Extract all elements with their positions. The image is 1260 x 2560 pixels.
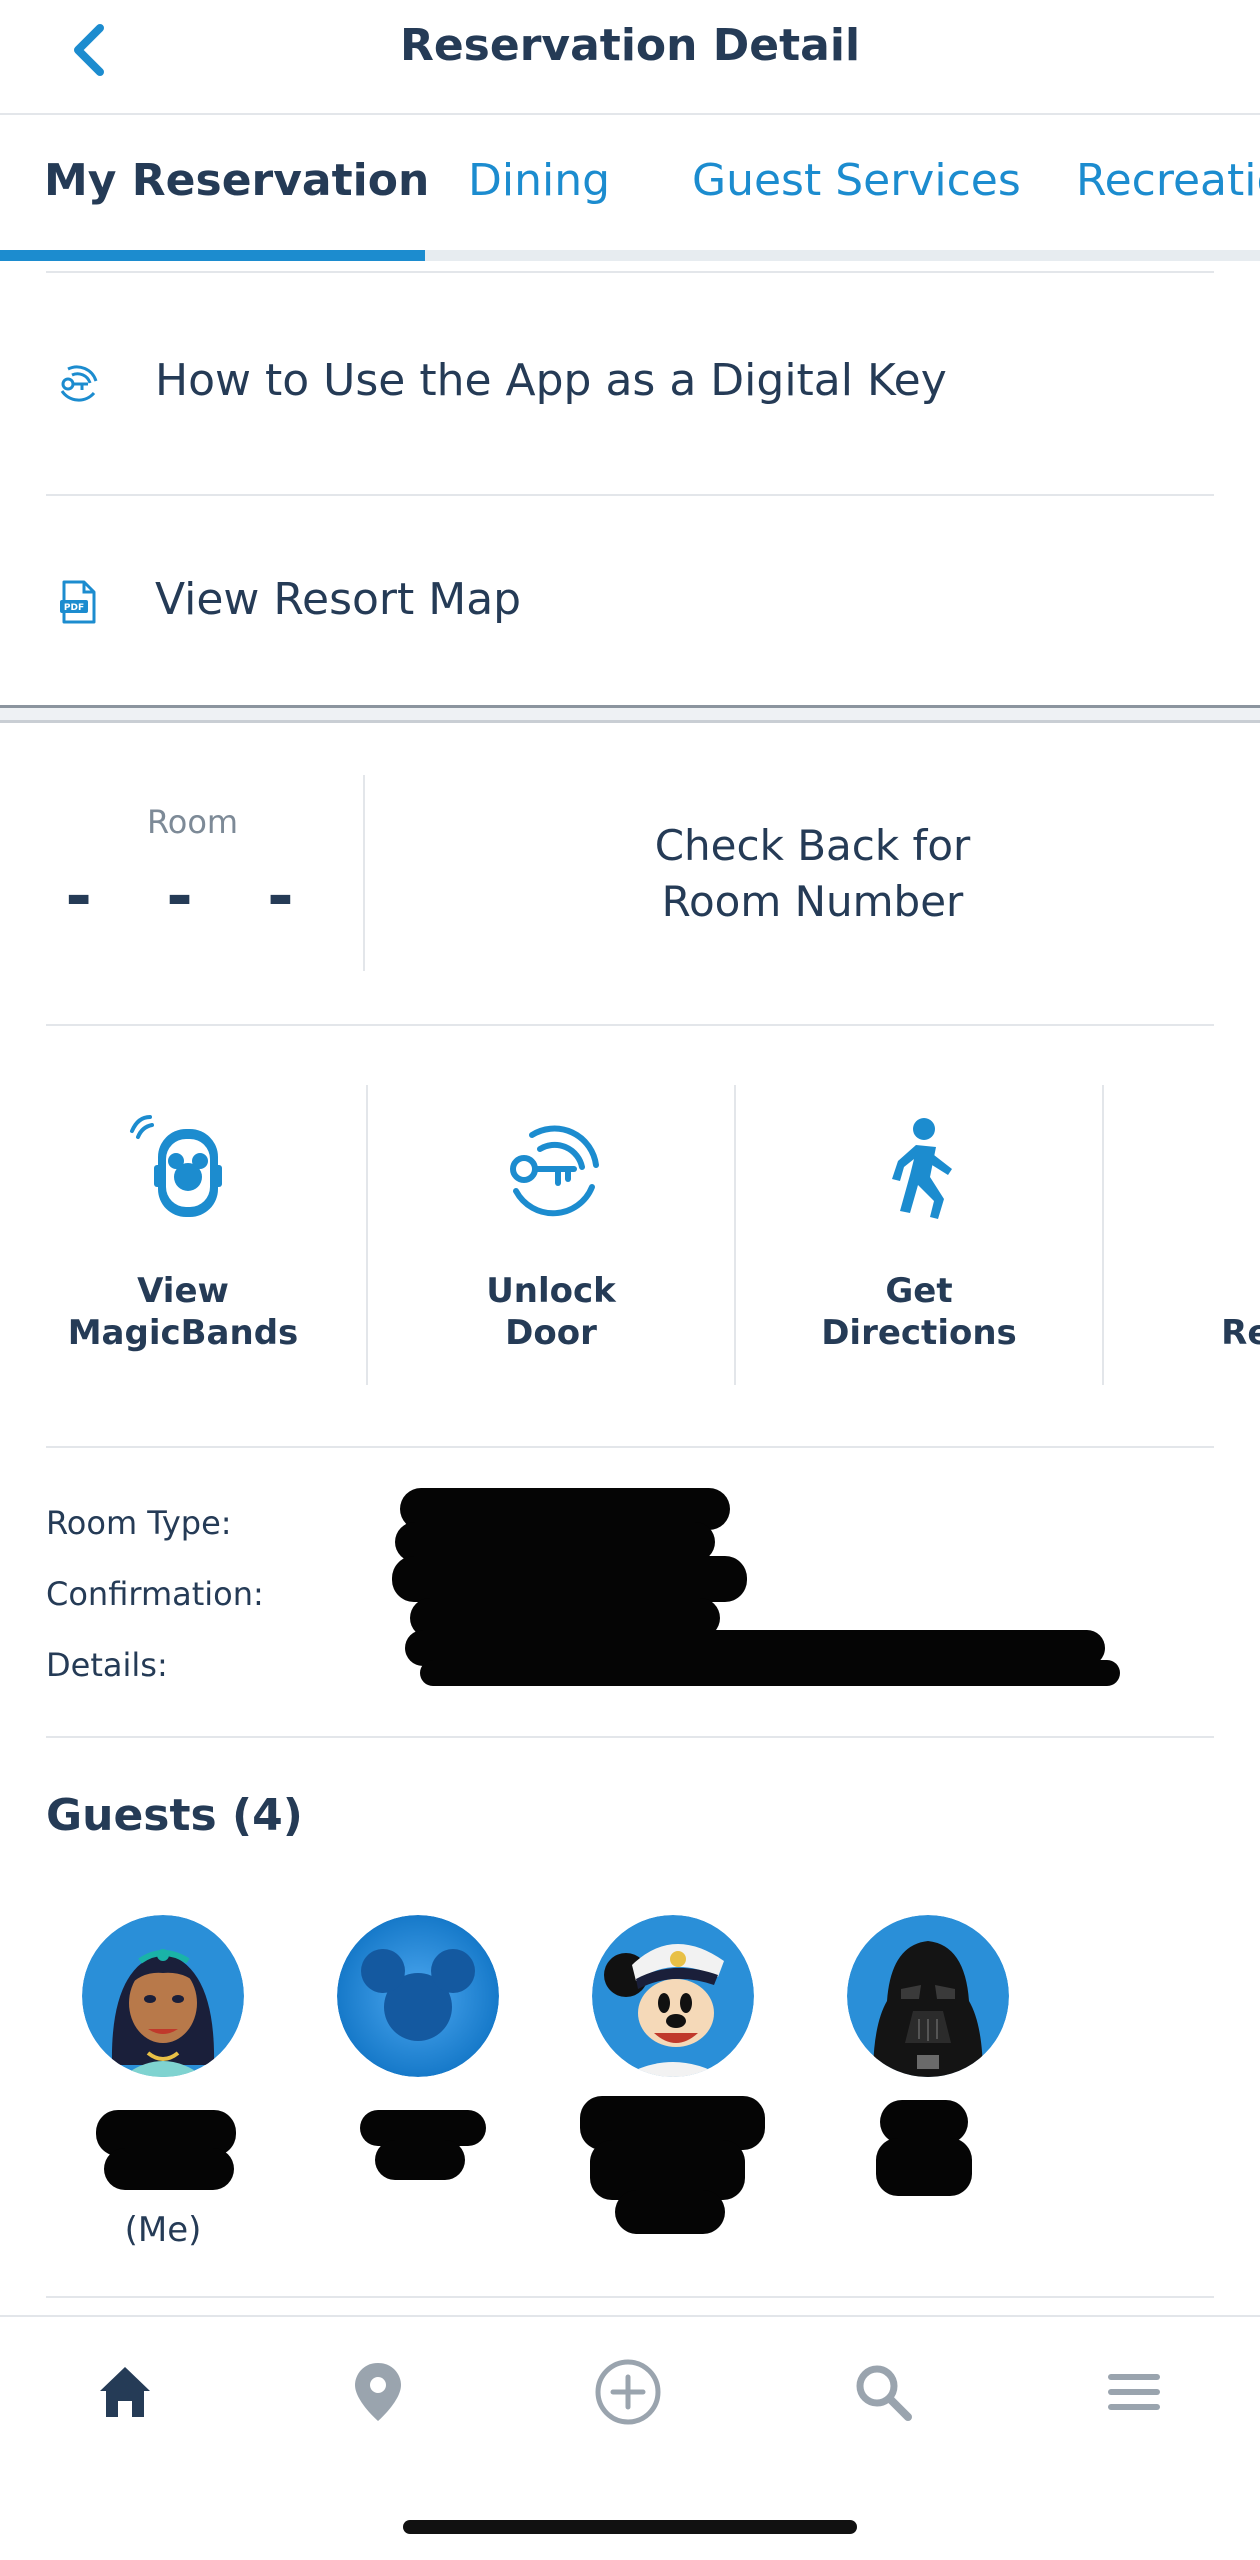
darth-vader-avatar <box>847 1915 1009 2077</box>
room-message-line-1: Check Back for <box>654 821 971 870</box>
guest-avatar-captain-mickey[interactable] <box>592 1915 754 2077</box>
confirmation-label: Confirmation: <box>46 1575 264 1613</box>
jasmine-avatar <box>82 1915 244 2077</box>
guests-title: Guests (4) <box>46 1790 303 1841</box>
get-directions-button[interactable]: Get Directions <box>736 1085 1102 1385</box>
section-separator <box>0 705 1260 723</box>
view-magicbands-button[interactable]: View MagicBands <box>0 1085 366 1385</box>
room-label: Room <box>146 803 239 841</box>
redacted-guest-name <box>615 2190 725 2234</box>
guest-avatar-darth-vader[interactable] <box>847 1915 1009 2077</box>
tab-dining[interactable]: Dining <box>468 155 610 206</box>
guest-avatar-jasmine[interactable] <box>82 1915 244 2077</box>
me-label: (Me) <box>124 2210 202 2250</box>
digital-key-link[interactable]: How to Use the App as a Digital Key <box>0 315 1260 455</box>
digital-key-link-label: How to Use the App as a Digital Key <box>155 355 947 406</box>
magicband-icon <box>130 1115 222 1217</box>
tab-guest-services[interactable]: Guest Services <box>692 155 1021 206</box>
tab-recreation[interactable]: Recreatio <box>1076 155 1260 206</box>
unlock-door-label: Unlock Door <box>486 1271 616 1353</box>
room-message-line-2: Room Number <box>661 877 964 926</box>
home-icon[interactable] <box>90 2357 160 2427</box>
divider <box>46 1736 1214 1738</box>
captain-mickey-avatar <box>592 1915 754 2077</box>
redacted-guest-name <box>375 2140 465 2180</box>
location-pin-icon[interactable] <box>343 2357 413 2427</box>
home-indicator[interactable] <box>403 2520 857 2534</box>
menu-icon[interactable] <box>1099 2357 1169 2427</box>
unlock-door-button[interactable]: Unlock Door <box>368 1085 734 1385</box>
mickey-head-avatar <box>337 1915 499 2077</box>
redacted-confirmation <box>392 1556 747 1602</box>
divider <box>46 1446 1214 1448</box>
room-number-value: - - - <box>65 860 320 934</box>
partial-icon <box>1254 1115 1260 1225</box>
resort-map-link[interactable]: PDF View Resort Map <box>0 530 1260 670</box>
guest-avatar-mickey-head[interactable] <box>337 1915 499 2077</box>
reservation-detail-screen: Reservation Detail My Reservation Dining… <box>0 0 1260 2560</box>
add-plus-icon[interactable] <box>593 2357 663 2427</box>
divider <box>46 494 1214 496</box>
room-number-message: Check Back for Room Number <box>365 818 1260 930</box>
resort-info-button[interactable]: ( Reso <box>1104 1085 1260 1385</box>
redacted-details <box>420 1660 1120 1686</box>
tab-my-reservation[interactable]: My Reservation <box>44 155 429 206</box>
header-bar: Reservation Detail <box>0 0 1260 115</box>
resort-info-label: ( Reso <box>1221 1313 1260 1353</box>
divider <box>46 271 1214 273</box>
tab-bar: My Reservation Dining Guest Services Rec… <box>0 115 1260 261</box>
page-title: Reservation Detail <box>399 20 861 71</box>
svg-text:PDF: PDF <box>64 603 84 613</box>
quick-actions: View MagicBands Unlock Door Get Directio… <box>0 1085 1260 1385</box>
view-magicbands-label: View MagicBands <box>67 1271 299 1353</box>
search-icon[interactable] <box>848 2357 918 2427</box>
divider <box>46 1024 1214 1026</box>
redacted-guest-name <box>104 2148 234 2190</box>
resort-map-link-label: View Resort Map <box>155 574 522 625</box>
walking-person-icon <box>892 1118 952 1219</box>
active-tab-indicator <box>0 250 425 261</box>
unlock-key-icon <box>510 1125 599 1217</box>
details-label: Details: <box>46 1646 168 1684</box>
pdf-icon: PDF <box>60 580 96 624</box>
room-type-label: Room Type: <box>46 1504 232 1542</box>
divider <box>46 2296 1214 2298</box>
bottom-nav <box>0 2315 1260 2475</box>
digital-key-icon <box>60 365 98 402</box>
get-directions-label: Get Directions <box>821 1271 1017 1353</box>
redacted-guest-name <box>876 2138 972 2196</box>
